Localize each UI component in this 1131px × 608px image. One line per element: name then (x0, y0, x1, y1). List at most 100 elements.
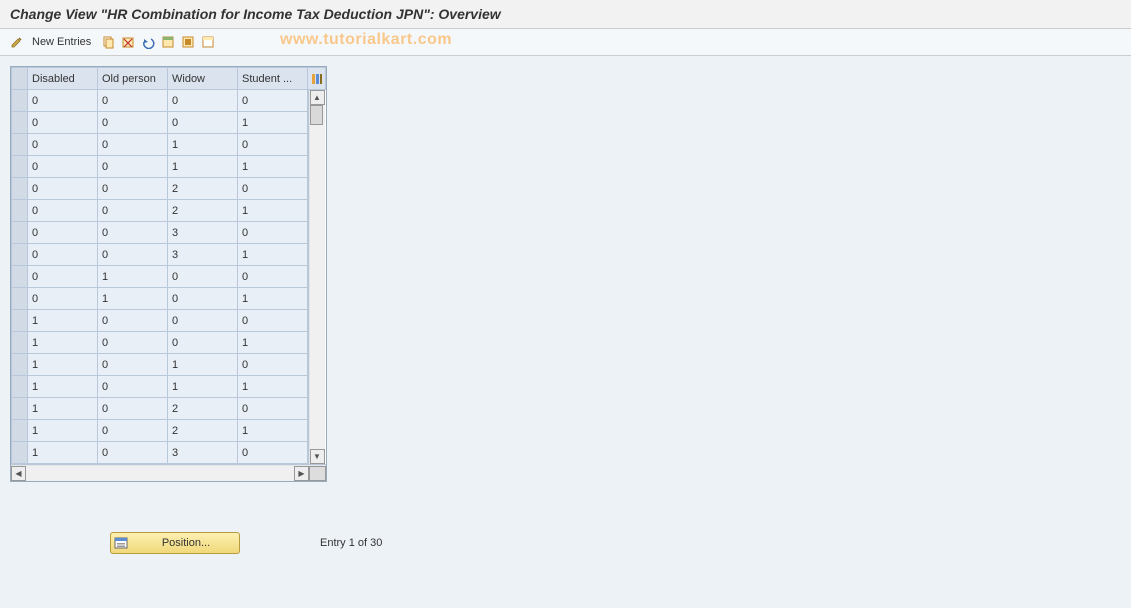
table-row[interactable]: 0030 (12, 222, 308, 244)
cell-student[interactable]: 1 (238, 376, 308, 398)
row-selector[interactable] (12, 134, 28, 156)
table-row[interactable]: 1001 (12, 332, 308, 354)
cell-widow[interactable]: 0 (168, 90, 238, 112)
cell-oldperson[interactable]: 0 (98, 310, 168, 332)
cell-oldperson[interactable]: 0 (98, 354, 168, 376)
cell-student[interactable]: 0 (238, 134, 308, 156)
col-header-disabled[interactable]: Disabled (28, 68, 98, 90)
cell-student[interactable]: 1 (238, 420, 308, 442)
table-row[interactable]: 1030 (12, 442, 308, 464)
cell-disabled[interactable]: 1 (28, 376, 98, 398)
cell-disabled[interactable]: 1 (28, 332, 98, 354)
cell-widow[interactable]: 2 (168, 178, 238, 200)
row-selector[interactable] (12, 354, 28, 376)
table-row[interactable]: 0001 (12, 112, 308, 134)
cell-disabled[interactable]: 1 (28, 354, 98, 376)
scroll-left-icon[interactable]: ◀ (11, 466, 26, 481)
row-selector[interactable] (12, 222, 28, 244)
row-selector[interactable] (12, 266, 28, 288)
cell-oldperson[interactable]: 0 (98, 332, 168, 354)
row-selector[interactable] (12, 90, 28, 112)
cell-student[interactable]: 0 (238, 354, 308, 376)
cell-widow[interactable]: 2 (168, 398, 238, 420)
cell-student[interactable]: 0 (238, 310, 308, 332)
cell-widow[interactable]: 1 (168, 376, 238, 398)
table-row[interactable]: 0020 (12, 178, 308, 200)
cell-student[interactable]: 1 (238, 200, 308, 222)
cell-student[interactable]: 1 (238, 156, 308, 178)
cell-oldperson[interactable]: 0 (98, 442, 168, 464)
cell-widow[interactable]: 2 (168, 420, 238, 442)
col-header-oldperson[interactable]: Old person (98, 68, 168, 90)
cell-student[interactable]: 1 (238, 112, 308, 134)
cell-widow[interactable]: 0 (168, 112, 238, 134)
row-selector[interactable] (12, 112, 28, 134)
new-entries-button[interactable]: New Entries (32, 36, 91, 48)
cell-student[interactable]: 0 (238, 266, 308, 288)
select-all-icon[interactable] (159, 33, 177, 51)
cell-oldperson[interactable]: 0 (98, 222, 168, 244)
cell-widow[interactable]: 3 (168, 442, 238, 464)
row-selector[interactable] (12, 310, 28, 332)
scroll-down-icon[interactable]: ▼ (310, 449, 325, 464)
table-row[interactable]: 0010 (12, 134, 308, 156)
cell-student[interactable]: 0 (238, 442, 308, 464)
row-selector[interactable] (12, 398, 28, 420)
row-selector[interactable] (12, 376, 28, 398)
row-selector[interactable] (12, 288, 28, 310)
cell-widow[interactable]: 1 (168, 156, 238, 178)
table-row[interactable]: 1020 (12, 398, 308, 420)
cell-disabled[interactable]: 0 (28, 266, 98, 288)
cell-widow[interactable]: 0 (168, 332, 238, 354)
cell-student[interactable]: 1 (238, 244, 308, 266)
cell-disabled[interactable]: 0 (28, 244, 98, 266)
cell-disabled[interactable]: 0 (28, 112, 98, 134)
cell-widow[interactable]: 1 (168, 134, 238, 156)
row-selector[interactable] (12, 156, 28, 178)
table-row[interactable]: 0000 (12, 90, 308, 112)
cell-student[interactable]: 0 (238, 178, 308, 200)
cell-widow[interactable]: 2 (168, 200, 238, 222)
cell-student[interactable]: 0 (238, 222, 308, 244)
cell-widow[interactable]: 3 (168, 222, 238, 244)
select-block-icon[interactable] (179, 33, 197, 51)
table-row[interactable]: 0101 (12, 288, 308, 310)
cell-oldperson[interactable]: 0 (98, 376, 168, 398)
select-all-header[interactable] (12, 68, 28, 90)
change-icon[interactable] (8, 33, 26, 51)
table-row[interactable]: 1011 (12, 376, 308, 398)
cell-widow[interactable]: 0 (168, 266, 238, 288)
cell-oldperson[interactable]: 1 (98, 288, 168, 310)
table-row[interactable]: 0011 (12, 156, 308, 178)
cell-oldperson[interactable]: 1 (98, 266, 168, 288)
scroll-up-icon[interactable]: ▲ (310, 90, 325, 105)
cell-disabled[interactable]: 1 (28, 398, 98, 420)
cell-student[interactable]: 1 (238, 288, 308, 310)
cell-disabled[interactable]: 1 (28, 420, 98, 442)
cell-oldperson[interactable]: 0 (98, 200, 168, 222)
cell-disabled[interactable]: 0 (28, 288, 98, 310)
cell-oldperson[interactable]: 0 (98, 398, 168, 420)
cell-disabled[interactable]: 0 (28, 200, 98, 222)
cell-widow[interactable]: 3 (168, 244, 238, 266)
col-header-widow[interactable]: Widow (168, 68, 238, 90)
vertical-scrollbar[interactable]: ▲ ▼ (308, 90, 325, 464)
table-row[interactable]: 0021 (12, 200, 308, 222)
row-selector[interactable] (12, 200, 28, 222)
scroll-right-icon[interactable]: ▶ (294, 466, 309, 481)
cell-student[interactable]: 0 (238, 90, 308, 112)
position-button[interactable]: Position... (110, 532, 240, 554)
row-selector[interactable] (12, 420, 28, 442)
cell-disabled[interactable]: 0 (28, 156, 98, 178)
copy-icon[interactable] (99, 33, 117, 51)
col-header-student[interactable]: Student ... (238, 68, 308, 90)
table-row[interactable]: 1021 (12, 420, 308, 442)
row-selector[interactable] (12, 178, 28, 200)
cell-oldperson[interactable]: 0 (98, 90, 168, 112)
cell-disabled[interactable]: 0 (28, 222, 98, 244)
undo-icon[interactable] (139, 33, 157, 51)
row-selector[interactable] (12, 332, 28, 354)
cell-student[interactable]: 0 (238, 398, 308, 420)
cell-oldperson[interactable]: 0 (98, 244, 168, 266)
cell-disabled[interactable]: 0 (28, 178, 98, 200)
